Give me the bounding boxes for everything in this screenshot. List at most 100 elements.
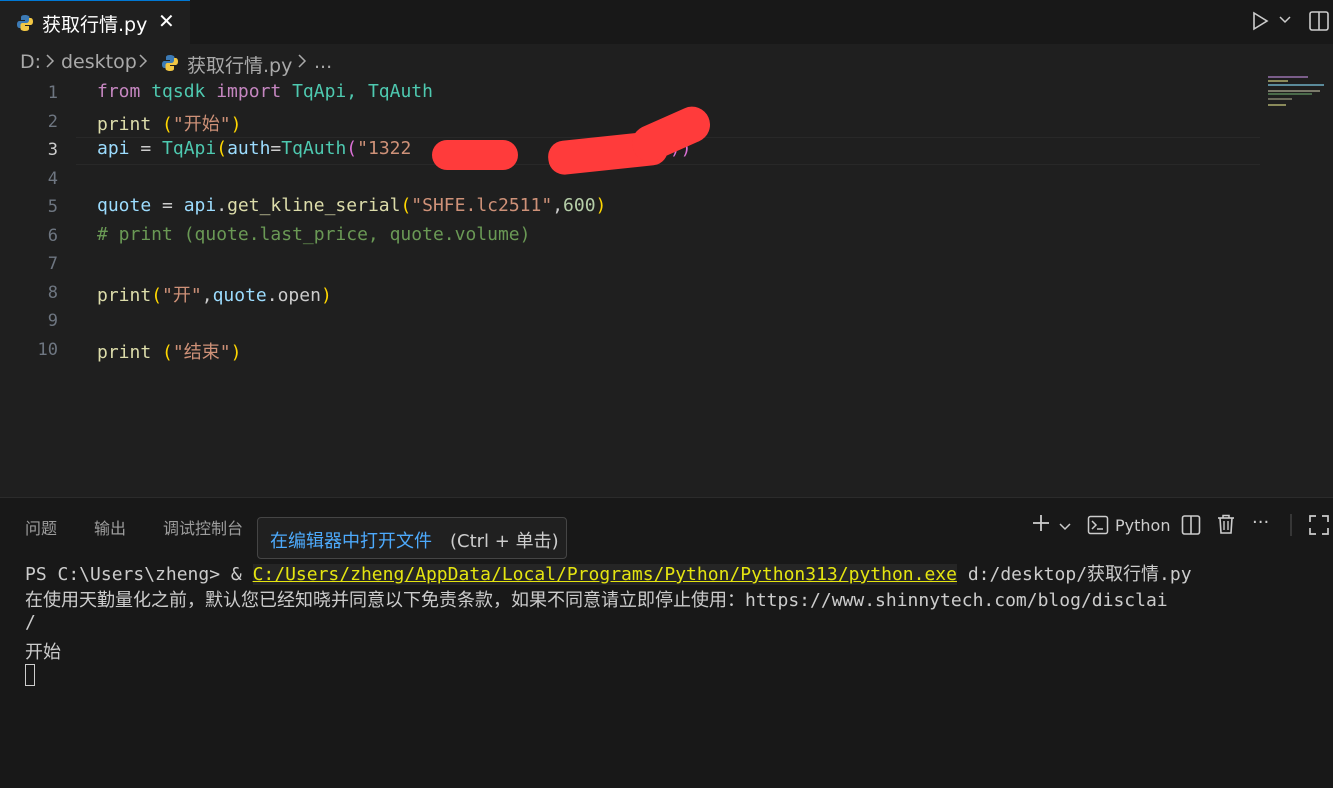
comment: # print (quote.last_price, quote.volume) — [97, 224, 531, 245]
more-actions-icon[interactable]: ··· — [1252, 512, 1269, 533]
function-name: print — [97, 342, 152, 363]
line-number: 3 — [47, 140, 58, 160]
tab-active-file[interactable]: 获取行情.py ✕ — [0, 0, 190, 44]
variable: api — [183, 195, 217, 216]
keyword: import — [216, 81, 282, 102]
terminal-prompt: PS C:\Users\zheng> & — [25, 564, 253, 585]
paren: ( — [162, 114, 173, 135]
breadcrumb-file[interactable]: 获取行情.py — [187, 51, 292, 78]
code-line[interactable]: 1 from tqsdk import TqApi, TqAuth — [0, 80, 1260, 108]
script-path: d:/desktop/获取行情.py — [956, 564, 1192, 585]
terminal-line: / — [25, 612, 36, 633]
chevron-down-icon[interactable] — [1058, 518, 1072, 537]
terminal-output[interactable]: PS C:\Users\zheng> & C:/Users/zheng/AppD… — [25, 560, 1192, 707]
module-name: tqsdk — [140, 81, 217, 102]
python-file-icon — [16, 14, 34, 36]
parameter: auth — [227, 138, 271, 159]
chevron-right-icon — [137, 53, 149, 73]
split-terminal-icon[interactable] — [1181, 514, 1201, 540]
code-line[interactable]: 7 — [0, 251, 1260, 279]
attribute: open — [277, 285, 321, 306]
terminal-line: 在使用天勤量化之前，默认您已经知晓并同意以下免责条款，如果不同意请立即停止使用：… — [25, 590, 1168, 611]
tooltip-hint: (Ctrl + 单击) — [450, 531, 559, 552]
code-line[interactable]: 8 print("开",quote.open) — [0, 280, 1260, 308]
chevron-right-icon — [296, 53, 308, 73]
paren: ( — [346, 138, 358, 159]
tab-bar: 获取行情.py ✕ — [0, 0, 1333, 44]
add-terminal-icon[interactable] — [1030, 512, 1052, 538]
comma: , — [552, 195, 564, 216]
chevron-right-icon — [44, 53, 56, 73]
line-number: 6 — [47, 226, 58, 246]
paren: ) — [230, 342, 242, 363]
function-name: get_kline_serial — [227, 195, 401, 216]
operator: = — [129, 138, 163, 159]
trash-icon[interactable] — [1216, 513, 1236, 539]
terminal-line: 开始 — [25, 642, 61, 663]
python-file-icon — [161, 54, 179, 77]
terminal-line: PS C:\Users\zheng> & C:/Users/zheng/AppD… — [25, 560, 1192, 586]
variable: api — [97, 138, 130, 159]
paren: ( — [151, 285, 163, 306]
breadcrumb-folder[interactable]: desktop — [61, 51, 137, 73]
class-names: TqApi, TqAuth — [281, 81, 433, 102]
tab-label: 获取行情.py — [42, 14, 148, 36]
string-literal: "开始" — [172, 114, 231, 135]
code-line[interactable]: 9 — [0, 308, 1260, 336]
chevron-down-icon[interactable] — [1278, 12, 1292, 30]
string-literal: "SHFE.lc2511" — [411, 195, 553, 216]
code-line[interactable]: 5 quote = api.get_kline_serial("SHFE.lc2… — [0, 194, 1260, 222]
paren: ) — [230, 114, 242, 135]
line-number: 8 — [47, 283, 58, 303]
function-name: print — [97, 114, 152, 135]
string-literal: "结束" — [172, 342, 231, 363]
paren: ( — [216, 138, 228, 159]
tab-output[interactable]: 输出 — [94, 515, 126, 539]
variable: quote — [97, 195, 152, 216]
line-number: 1 — [47, 83, 58, 103]
class-name: TqApi — [162, 138, 217, 159]
maximize-panel-icon[interactable] — [1308, 514, 1330, 540]
tab-problems[interactable]: 问题 — [25, 515, 57, 539]
keyword: from — [97, 81, 141, 102]
line-number: 4 — [47, 169, 58, 189]
tooltip: 在编辑器中打开文件 (Ctrl + 单击) — [257, 517, 567, 559]
paren: ) — [595, 195, 607, 216]
breadcrumb: D: desktop 获取行情.py ... — [0, 46, 1333, 80]
class-name: TqAuth — [281, 138, 347, 159]
paren: ) — [320, 285, 332, 306]
dot: . — [216, 195, 228, 216]
variable: quote — [212, 285, 267, 306]
paren: ( — [400, 195, 412, 216]
line-number: 2 — [47, 112, 58, 132]
code-line[interactable]: 4 — [0, 166, 1260, 194]
divider — [1290, 514, 1292, 540]
redaction-mark — [432, 140, 518, 170]
terminal-name[interactable]: Python — [1115, 516, 1170, 535]
run-icon[interactable] — [1250, 11, 1270, 35]
dot: . — [266, 285, 278, 306]
line-number: 7 — [47, 254, 58, 274]
line-number: 5 — [47, 197, 58, 217]
code-line[interactable]: 10 print ("结束") — [0, 337, 1260, 365]
comma: , — [201, 285, 213, 306]
tab-debug-console[interactable]: 调试控制台 — [163, 515, 243, 539]
tooltip-link[interactable]: 在编辑器中打开文件 — [270, 527, 432, 553]
bottom-panel: 问题 输出 调试控制台 在编辑器中打开文件 (Ctrl + 单击) Python… — [0, 497, 1333, 788]
paren: ( — [162, 342, 173, 363]
function-name: print — [97, 285, 152, 306]
code-line[interactable]: 6 # print (quote.last_price, quote.volum… — [0, 223, 1260, 251]
string-literal: "1322 — [357, 138, 412, 159]
line-number: 10 — [37, 340, 58, 360]
minimap[interactable] — [1266, 76, 1326, 106]
operator: = — [151, 195, 184, 216]
breadcrumb-drive[interactable]: D: — [20, 51, 41, 73]
breadcrumb-more[interactable]: ... — [314, 51, 332, 73]
number-literal: 600 — [563, 195, 596, 216]
close-tab-icon[interactable]: ✕ — [158, 9, 175, 33]
split-editor-icon[interactable] — [1308, 10, 1330, 36]
exe-path-link[interactable]: C:/Users/zheng/AppData/Local/Programs/Py… — [252, 564, 957, 585]
terminal-cursor — [25, 664, 35, 686]
